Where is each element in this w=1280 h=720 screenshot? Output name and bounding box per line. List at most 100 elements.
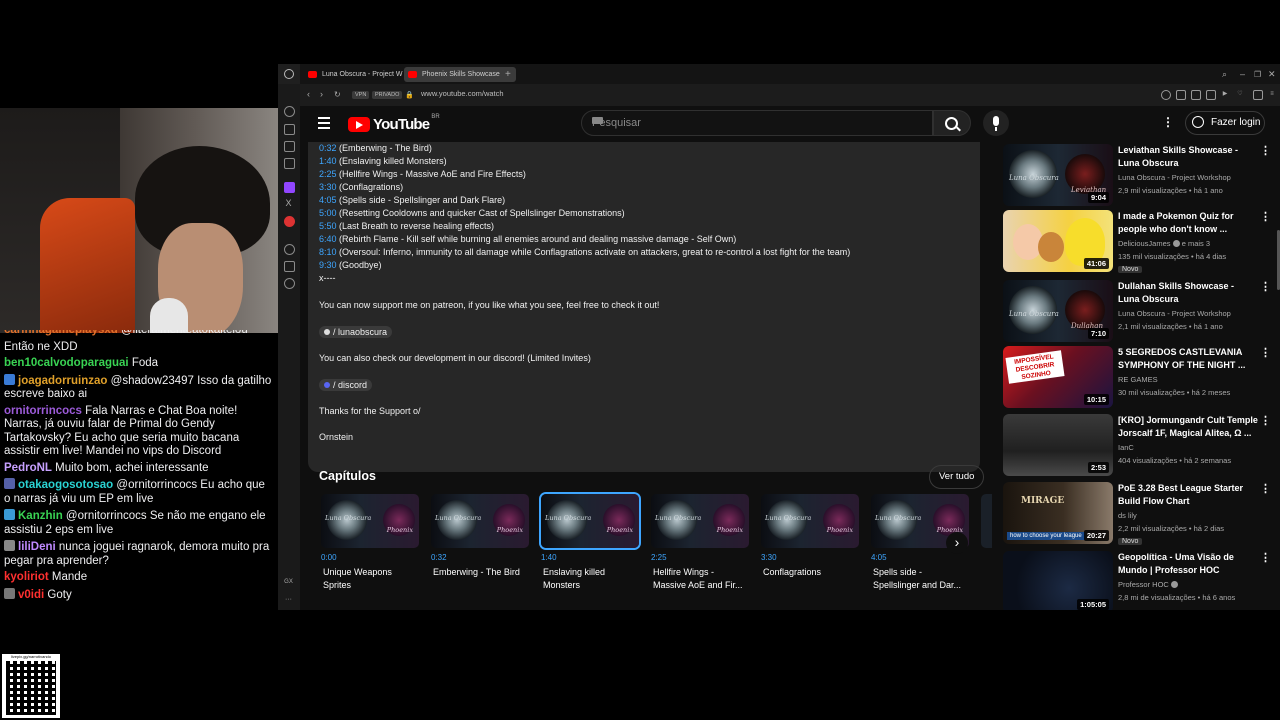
discord-link[interactable]: / discord (319, 379, 373, 391)
clock-icon[interactable] (284, 244, 295, 255)
recommendation-thumbnail[interactable]: IMPOSSÍVEL DESCOBRIR SOZINHO 10:15 (1003, 346, 1113, 408)
minimize-icon[interactable]: – (1240, 67, 1250, 82)
recommendation-thumbnail[interactable]: Luna Obscura Leviathan 9:04 (1003, 144, 1113, 206)
recommendation-item[interactable]: IMPOSSÍVEL DESCOBRIR SOZINHO 10:15 5 SEGRE… (1003, 346, 1278, 408)
settings-kebab-icon[interactable]: ⋮ (1162, 115, 1174, 129)
wallet-icon[interactable] (284, 158, 295, 169)
search-tabs-icon[interactable]: ⌕ (1222, 67, 1234, 82)
maximize-icon[interactable]: ❐ (1254, 67, 1264, 82)
recommendation-title[interactable]: Geopolítica - Uma Visão de Mundo | Profe… (1118, 551, 1258, 577)
chapter-card[interactable]: Luna Obscura Phoenix 1:40 Enslaving killed … (541, 494, 639, 592)
gx-icon[interactable]: GX (284, 578, 293, 587)
timestamp-link[interactable]: 6:40 (319, 234, 337, 244)
recommendation-title[interactable]: PoE 3.28 Best League Starter Build Flow … (1118, 482, 1258, 508)
recommendation-thumbnail[interactable]: 41:06 (1003, 210, 1113, 272)
recommendation-item[interactable]: Luna Obscura Dullahan 7:10 Dullahan Skills … (1003, 280, 1278, 342)
zoom-icon[interactable] (1161, 90, 1171, 100)
recommendation-title[interactable]: Leviathan Skills Showcase - Luna Obscura (1118, 144, 1258, 170)
timestamp-link[interactable]: 4:05 (319, 195, 337, 205)
chat-username[interactable]: joagadorruinzao (18, 375, 107, 387)
login-button[interactable]: Fazer login (1185, 111, 1265, 135)
chapter-card[interactable]: Luna Obscura Phoenix 0:32 Emberwing - The B… (431, 494, 529, 579)
chat-username[interactable]: otakaogosotosao (18, 479, 113, 491)
more-options-icon[interactable]: ⋮ (1260, 210, 1271, 223)
recommendation-thumbnail[interactable]: 1:05:05 (1003, 551, 1113, 610)
recommendation-thumbnail[interactable]: MIRAGE how to choose your league 20:27 (1003, 482, 1113, 544)
timestamp-link[interactable]: 3:30 (319, 182, 337, 192)
recommendation-item[interactable]: 1:05:05 Geopolítica - Uma Visão de Mundo … (1003, 551, 1278, 610)
extensions-puzzle-icon[interactable] (1253, 90, 1263, 100)
chat-username[interactable]: PedroNL (4, 462, 52, 474)
chat-username[interactable]: v0idi (18, 589, 44, 601)
timestamp-link[interactable]: 9:30 (319, 260, 337, 270)
recommendation-thumbnail[interactable]: 2:53 (1003, 414, 1113, 476)
play-icon[interactable]: ▶ (1221, 90, 1229, 98)
forward-icon[interactable]: › (320, 89, 323, 99)
opera-logo-icon[interactable] (284, 69, 294, 79)
recommendation-channel[interactable]: IanC (1118, 443, 1134, 452)
chat-username[interactable]: ornitorrincocs (4, 405, 82, 417)
recommendation-channel[interactable]: DeliciousJames e mais 3 (1118, 239, 1210, 248)
screenshot-icon[interactable] (1191, 90, 1201, 100)
more-options-icon[interactable]: ⋮ (1260, 346, 1271, 359)
snapshot-icon[interactable] (1176, 90, 1186, 100)
app-icon[interactable] (284, 216, 295, 227)
recommendation-channel[interactable]: Luna Obscura - Project Workshop (1118, 173, 1231, 182)
search-input[interactable]: Pesquisar (581, 110, 933, 136)
chapter-card[interactable]: Luna Obscura Phoenix 0:00 Unique Weapons Sp… (321, 494, 419, 592)
keyboard-icon[interactable] (592, 117, 603, 124)
twitch-icon[interactable] (284, 182, 295, 193)
timestamp-link[interactable]: 1:40 (319, 156, 337, 166)
recommendation-title[interactable]: I made a Pokemon Quiz for people who don… (1118, 210, 1258, 236)
home-icon[interactable] (284, 124, 295, 135)
tab-phoenix-skills[interactable]: Phoenix Skills Showcase (404, 67, 516, 82)
hamburger-menu-icon[interactable] (318, 117, 330, 129)
new-tab-button[interactable]: + (502, 67, 519, 82)
timestamp-link[interactable]: 2:25 (319, 169, 337, 179)
back-icon[interactable]: ‹ (307, 89, 310, 99)
timestamp-link[interactable]: 5:00 (319, 208, 337, 218)
close-window-icon[interactable]: ✕ (1268, 67, 1278, 82)
chapter-card[interactable]: Luna Obscura Phoenix 3:30 Conflagrations (761, 494, 859, 579)
timestamp-link[interactable]: 0:32 (319, 143, 337, 153)
menu-icon[interactable]: ≡ (1268, 90, 1276, 98)
recommendation-thumbnail[interactable]: Luna Obscura Dullahan 7:10 (1003, 280, 1113, 342)
chat-username[interactable]: carinhagameplaysxd (4, 330, 118, 336)
chat-username[interactable]: Kanzhin (18, 510, 63, 522)
x-twitter-icon[interactable]: X (284, 199, 293, 208)
chevron-right-icon[interactable]: › (946, 532, 968, 554)
vpn-badge[interactable]: VPN (352, 91, 370, 99)
microphone-icon[interactable] (983, 110, 1009, 136)
timestamp-link[interactable]: 5:50 (319, 221, 337, 231)
recommendation-item[interactable]: MIRAGE how to choose your league 20:27 PoE … (1003, 482, 1278, 545)
recommendation-title[interactable]: [KRO] Jormungandr Cult Temple Jorscalf 1… (1118, 414, 1258, 440)
chapter-card-partial[interactable] (981, 494, 992, 548)
youtube-logo[interactable]: YouTube BR (348, 114, 440, 133)
recommendation-item[interactable]: 41:06 I made a Pokemon Quiz for people wh… (1003, 210, 1278, 273)
settings-gear-icon[interactable] (284, 278, 295, 289)
recommendation-channel[interactable]: Luna Obscura - Project Workshop (1118, 309, 1231, 318)
search-button[interactable] (933, 110, 971, 136)
extensions-icon[interactable] (284, 261, 295, 272)
recommendation-channel[interactable]: RE GAMES (1118, 375, 1158, 384)
heart-icon[interactable]: ♡ (1236, 90, 1244, 98)
more-options-icon[interactable]: ⋮ (1260, 144, 1271, 157)
patreon-link[interactable]: / lunaobscura (319, 326, 393, 338)
recommendation-title[interactable]: Dullahan Skills Showcase - Luna Obscura (1118, 280, 1258, 306)
recommendation-channel[interactable]: ds lily (1118, 511, 1137, 520)
tab-luna-obscura[interactable]: Luna Obscura - Project W (304, 67, 414, 82)
timestamp-link[interactable]: 8:10 (319, 247, 337, 257)
history-icon[interactable] (284, 106, 295, 117)
more-icon[interactable]: ··· (284, 595, 293, 604)
shield-icon[interactable] (1206, 90, 1216, 100)
chapter-card[interactable]: Luna Obscura Phoenix 2:25 Hellfire Wings - … (651, 494, 749, 592)
recommendation-item[interactable]: Luna Obscura Leviathan 9:04 Leviathan Skill… (1003, 144, 1278, 206)
more-options-icon[interactable]: ⋮ (1260, 482, 1271, 495)
more-options-icon[interactable]: ⋮ (1260, 414, 1271, 427)
url-text[interactable]: www.youtube.com/watch (421, 89, 504, 98)
more-options-icon[interactable]: ⋮ (1260, 280, 1271, 293)
chat-username[interactable]: kyoliriot (4, 571, 49, 583)
chat-username[interactable]: liliDeni (18, 541, 56, 553)
see-all-button[interactable]: Ver tudo (929, 465, 985, 489)
recommendation-channel[interactable]: Professor HOC (1118, 580, 1178, 589)
